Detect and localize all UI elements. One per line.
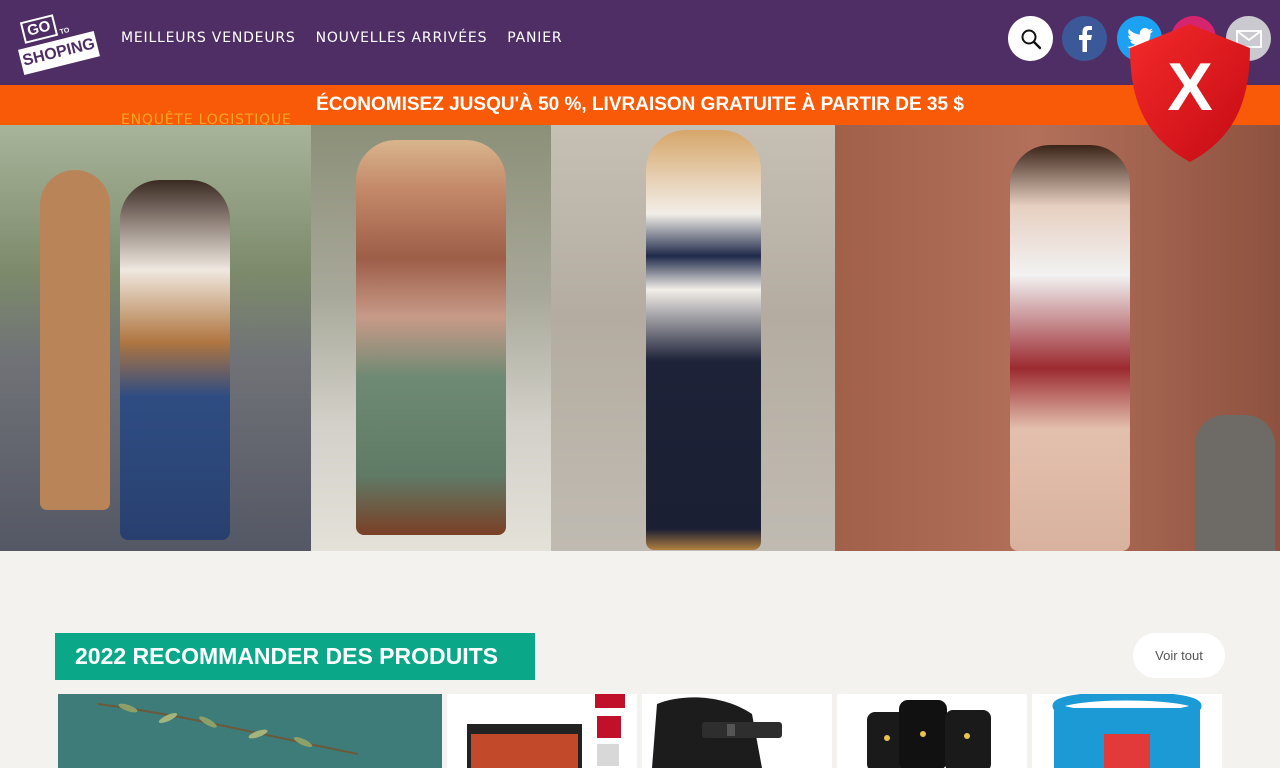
product-card[interactable] (837, 694, 1027, 768)
shield-x-icon[interactable]: X (1126, 22, 1254, 164)
search-button[interactable] (1008, 16, 1053, 61)
hero-photo-1[interactable] (0, 125, 311, 551)
nav-best-sellers[interactable]: MEILLEURS VENDEURS (121, 30, 296, 46)
nav-cart[interactable]: PANIER (507, 30, 562, 46)
rope-basket-image (1052, 694, 1202, 768)
hero-photo-3[interactable] (551, 125, 835, 551)
monitor-image (467, 694, 625, 768)
product-card[interactable] (58, 694, 442, 768)
facebook-button[interactable] (1062, 16, 1107, 61)
hero-photo-4[interactable] (835, 125, 1280, 551)
hero-photo-2[interactable] (311, 125, 551, 551)
shield-letter: X (1167, 49, 1212, 125)
olive-branch-image (97, 703, 359, 755)
site-header: GO TO SHOPING MEILLEURS VENDEURS NOUVELL… (0, 0, 1280, 85)
product-card[interactable] (447, 694, 637, 768)
phones-image (867, 700, 991, 768)
see-all-button[interactable]: Voir tout (1133, 633, 1225, 678)
product-card[interactable] (1032, 694, 1222, 768)
hero-gallery (0, 125, 1280, 551)
main-nav: MEILLEURS VENDEURS NOUVELLES ARRIVÉES PA… (121, 30, 562, 46)
logo-to: TO (59, 26, 71, 37)
facebook-icon (1078, 25, 1092, 52)
product-card[interactable] (642, 694, 832, 768)
nav-new-arrivals[interactable]: NOUVELLES ARRIVÉES (316, 30, 488, 46)
logo-go: GO (19, 14, 59, 44)
product-row (0, 694, 1280, 768)
sandal-image (652, 697, 782, 768)
site-logo[interactable]: GO TO SHOPING (18, 14, 100, 76)
nav-logistics-survey[interactable]: ENQUÊTE LOGISTIQUE (121, 112, 292, 128)
section-title: 2022 RECOMMANDER DES PRODUITS (55, 633, 535, 680)
search-icon (1021, 29, 1041, 49)
